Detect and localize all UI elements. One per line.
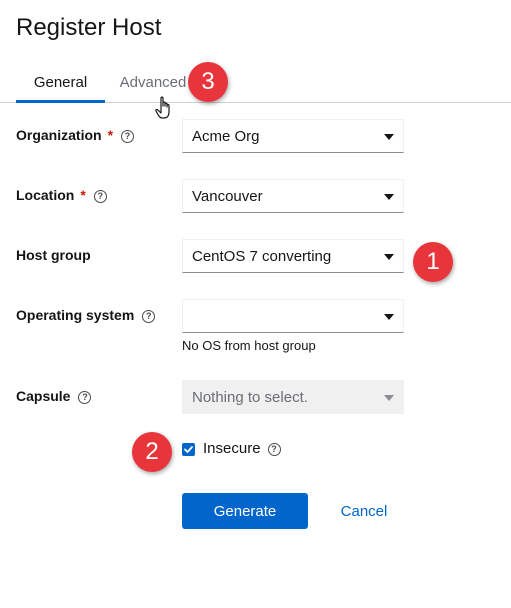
capsule-select: Nothing to select. — [182, 380, 404, 414]
help-circle-icon[interactable]: ? — [93, 190, 107, 203]
organization-label-text: Organization — [16, 127, 102, 143]
tab-advanced[interactable]: Advanced — [110, 64, 196, 101]
caret-down-icon — [384, 134, 394, 140]
host-group-value: CentOS 7 converting — [192, 248, 332, 265]
annotation-badge-2: 2 — [132, 432, 172, 472]
insecure-checkbox[interactable] — [182, 443, 195, 456]
insecure-label-text: Insecure — [203, 440, 261, 457]
organization-select[interactable]: Acme Org — [182, 119, 404, 153]
capsule-label: Capsule? — [16, 386, 92, 406]
annotation-badge-3: 3 — [188, 62, 228, 102]
required-mark: * — [107, 127, 114, 143]
caret-down-icon — [384, 395, 394, 401]
operating-system-label: Operating system? — [16, 305, 156, 325]
help-circle-icon[interactable]: ? — [121, 130, 135, 143]
host-group-select[interactable]: CentOS 7 converting — [182, 239, 404, 273]
location-label-text: Location — [16, 187, 75, 203]
caret-down-icon — [384, 254, 394, 260]
help-circle-icon[interactable]: ? — [267, 443, 281, 456]
tab-bar: General Advanced — [0, 64, 511, 103]
page-title: Register Host — [16, 14, 162, 41]
organization-value: Acme Org — [192, 128, 260, 145]
insecure-label: Insecure? — [203, 440, 281, 457]
capsule-label-text: Capsule — [16, 388, 71, 404]
host-group-label: Host group — [16, 245, 91, 265]
tab-general[interactable]: General — [16, 64, 105, 103]
operating-system-select[interactable] — [182, 299, 404, 333]
location-select[interactable]: Vancouver — [182, 179, 404, 213]
required-mark: * — [80, 187, 86, 203]
host-group-label-text: Host group — [16, 247, 91, 263]
location-value: Vancouver — [192, 188, 263, 205]
help-circle-icon[interactable]: ? — [142, 310, 156, 323]
organization-label: Organization *? — [16, 125, 135, 145]
location-label: Location *? — [16, 185, 107, 205]
cancel-button[interactable]: Cancel — [334, 493, 394, 529]
operating-system-label-text: Operating system — [16, 307, 135, 323]
capsule-value: Nothing to select. — [192, 389, 308, 406]
help-circle-icon[interactable]: ? — [78, 391, 92, 404]
caret-down-icon — [384, 314, 394, 320]
annotation-badge-1: 1 — [413, 242, 453, 282]
caret-down-icon — [384, 194, 394, 200]
check-icon — [184, 446, 193, 453]
generate-button[interactable]: Generate — [182, 493, 308, 529]
operating-system-helper-text: No OS from host group — [182, 338, 316, 353]
hand-pointer-icon — [155, 96, 170, 119]
